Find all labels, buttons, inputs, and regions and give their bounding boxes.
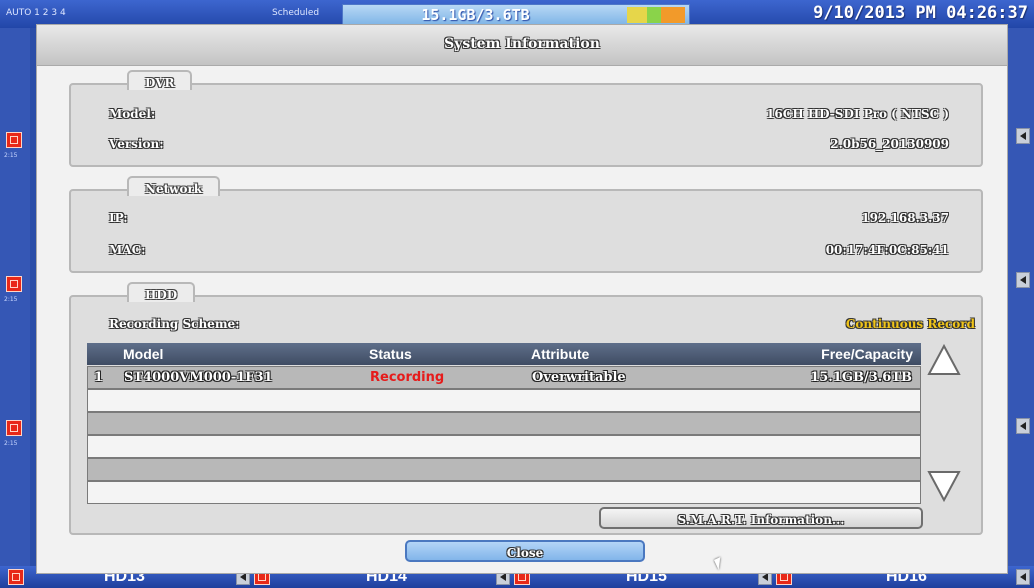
mode-label: AUTO 1 2 3 4 [6, 8, 66, 18]
version-value: 2.0b56_20130909 [830, 137, 949, 151]
close-button[interactable]: Close [405, 540, 645, 562]
smart-information-button[interactable]: S.M.A.R.T. Information... [599, 507, 923, 529]
hdd-usage-text: 15.1GB/3.6TB [421, 6, 530, 24]
recording-scheme-label: Recording Scheme: [109, 317, 240, 331]
camera-record-icon [8, 569, 24, 585]
column-header-model: Model [123, 346, 164, 362]
camera-record-icon [6, 420, 22, 436]
hdd-usage-bar: 15.1GB/3.6TB [342, 4, 690, 26]
row-index: 1 [94, 370, 104, 385]
table-row[interactable]: 1 ST4000VM000-1F31 Recording Overwritabl… [87, 366, 921, 389]
audio-left-icon[interactable] [1016, 128, 1030, 144]
hdd-seg-2 [647, 7, 661, 23]
row-model: ST4000VM000-1F31 [124, 370, 273, 385]
smart-information-label: S.M.A.R.T. Information... [677, 513, 845, 527]
hdd-table-header: Model Status Attribute Free/Capacity [87, 343, 921, 365]
row-capacity: 15.1GB/3.6TB [810, 370, 912, 385]
mac-label: MAC: [109, 243, 146, 257]
network-group: Network IP: 192.168.3.37 MAC: 00:17:4F:0… [69, 176, 983, 273]
mac-value: 00:17:4F:0C:85:41 [825, 243, 949, 257]
system-information-dialog: System Information DVR Model: 16CH HD-SD… [36, 24, 1008, 574]
table-row[interactable] [87, 458, 921, 481]
dvr-group: DVR Model: 16CH HD-SDI Pro ( NTSC ) Vers… [69, 70, 983, 167]
table-row[interactable] [87, 435, 921, 458]
close-button-label: Close [506, 546, 544, 560]
model-label: Model: [109, 107, 156, 121]
side-channel-label: 2:15 [4, 440, 18, 447]
ip-label: IP: [109, 211, 128, 225]
version-label: Version: [109, 137, 164, 151]
recording-scheme-value: Continuous Record [845, 317, 975, 331]
side-channel-label: 2:15 [4, 152, 18, 159]
datetime: 9/10/2013 PM 04:26:37 [813, 3, 1028, 23]
scroll-down-icon[interactable] [927, 469, 961, 503]
camera-record-icon [6, 276, 22, 292]
model-value: 16CH HD-SDI Pro ( NTSC ) [766, 107, 949, 121]
ip-value: 192.168.3.37 [861, 211, 949, 225]
side-channel-label: 2:15 [4, 296, 18, 303]
column-header-attribute: Attribute [531, 346, 590, 362]
hdd-group-title: HDD [145, 288, 178, 302]
dvr-group-title: DVR [145, 76, 175, 90]
audio-left-icon[interactable] [1016, 418, 1030, 434]
camera-record-icon [6, 132, 22, 148]
row-attribute: Overwritable [532, 370, 626, 385]
row-status: Recording [370, 370, 445, 385]
dialog-title: System Information [444, 36, 600, 52]
table-row[interactable] [87, 481, 921, 504]
dialog-titlebar: System Information [37, 25, 1007, 66]
record-mode-label: Scheduled [272, 8, 320, 18]
column-header-status: Status [369, 346, 412, 362]
dvr-group-tab: DVR [127, 70, 193, 90]
audio-left-icon[interactable] [1016, 569, 1030, 585]
column-header-free-capacity: Free/Capacity [821, 346, 913, 362]
table-row[interactable] [87, 389, 921, 412]
hdd-group-tab: HDD [127, 282, 196, 302]
hdd-seg-1 [627, 7, 647, 23]
audio-left-icon[interactable] [1016, 272, 1030, 288]
network-group-title: Network [145, 182, 203, 196]
hdd-seg-3 [661, 7, 685, 23]
scroll-up-icon[interactable] [927, 343, 961, 377]
table-row[interactable] [87, 412, 921, 435]
right-channel-strip [1006, 28, 1034, 566]
network-group-tab: Network [127, 176, 221, 196]
